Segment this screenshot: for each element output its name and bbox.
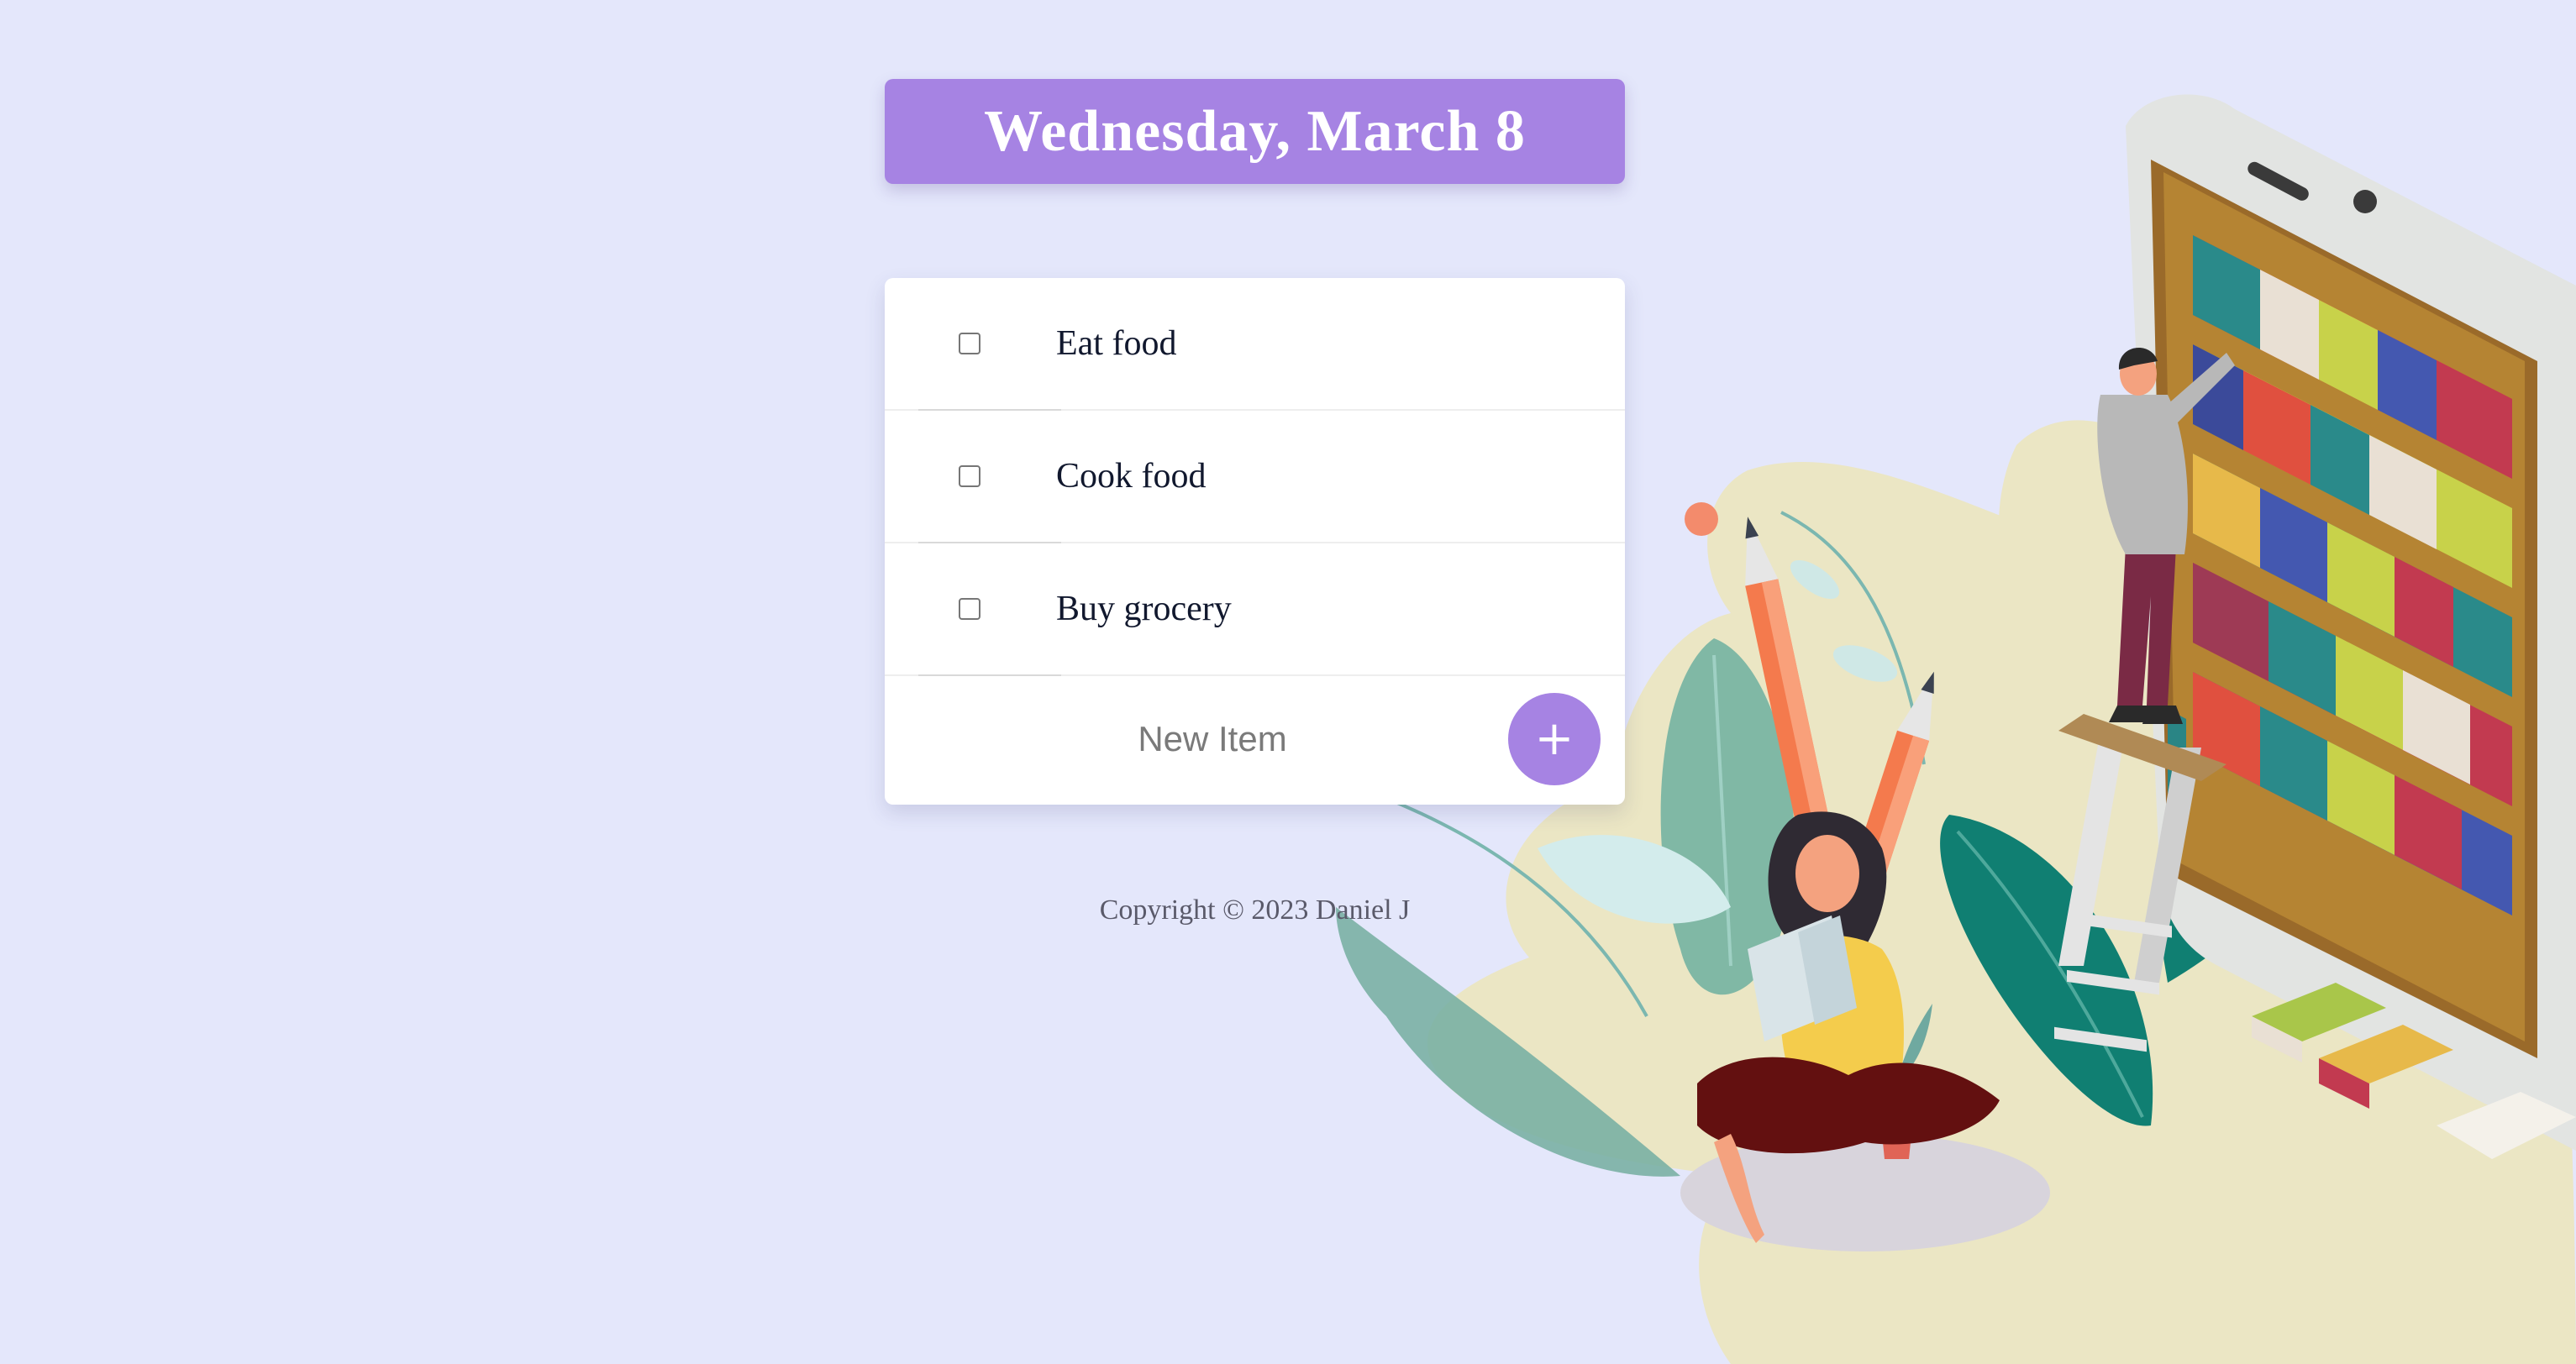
todo-card: Eat food Cook food Buy grocery + bbox=[885, 278, 1625, 805]
todo-checkbox[interactable] bbox=[959, 333, 980, 354]
todo-item-text: Cook food bbox=[1056, 457, 1207, 496]
copyright-footer: Copyright © 2023 Daniel J bbox=[1099, 894, 1411, 926]
todo-item[interactable]: Cook food bbox=[885, 411, 1625, 543]
todo-checkbox[interactable] bbox=[959, 465, 980, 487]
todo-item[interactable]: Buy grocery bbox=[885, 543, 1625, 676]
todo-item[interactable]: Eat food bbox=[885, 278, 1625, 411]
date-header: Wednesday, March 8 bbox=[885, 79, 1625, 184]
orange-dot bbox=[1685, 502, 1718, 536]
add-item-button[interactable]: + bbox=[1508, 693, 1601, 785]
todo-item-text: Buy grocery bbox=[1056, 590, 1232, 628]
page-title: Wednesday, March 8 bbox=[984, 98, 1526, 164]
todo-checkbox[interactable] bbox=[959, 598, 980, 620]
new-item-form: + bbox=[885, 676, 1625, 805]
todo-item-text: Eat food bbox=[1056, 324, 1177, 363]
new-item-input[interactable] bbox=[885, 701, 1540, 777]
